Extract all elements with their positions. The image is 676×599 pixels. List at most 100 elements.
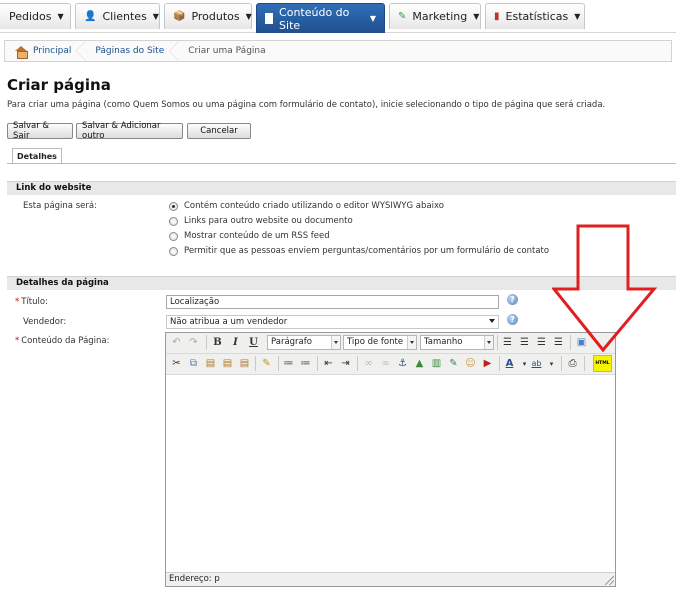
required-asterisk: *: [15, 297, 20, 307]
chevron-down-icon: ▼: [245, 12, 252, 21]
radio-label: Permitir que as pessoas enviem perguntas…: [184, 246, 550, 256]
tab-produtos[interactable]: 📦 Produtos ▼: [164, 3, 252, 29]
chevron-down-icon: ▼: [473, 12, 480, 21]
page-intro: Para criar uma página (como Quem Somos o…: [7, 100, 606, 110]
radio-button[interactable]: [169, 246, 178, 256]
highlight-color-icon[interactable]: ab: [529, 356, 544, 371]
paste-word-icon[interactable]: ▤: [237, 356, 252, 371]
tab-marketing-label: Marketing: [412, 10, 468, 23]
vendor-label: Vendedor:: [23, 317, 67, 327]
products-icon: 📦: [173, 11, 186, 22]
bullet-list-icon[interactable]: ≔: [281, 356, 296, 371]
breadcrumb-criar-label: Criar uma Página: [188, 46, 266, 56]
tab-pedidos[interactable]: Pedidos ▼: [0, 3, 71, 29]
toolbar-separator: [561, 356, 562, 371]
editor-status-bar: Endereço: p: [166, 572, 615, 586]
toolbar-separator: [206, 335, 207, 350]
align-center-icon[interactable]: ☰: [517, 335, 532, 350]
editor-toolbar-row-2: ✂ ⧉ ▤ ▤ ▤ ✎ ≔ ≔ ⇤ ⇥ ∞ ∞ ⚓ ▲ ▥ ✎ ☺ ▶ A ▾ …: [166, 354, 615, 375]
help-icon[interactable]: ?: [507, 294, 518, 305]
underline-button[interactable]: U: [246, 335, 261, 350]
radio-option-rss[interactable]: Mostrar conteúdo de um RSS feed: [169, 230, 330, 242]
format-select-value: Parágrafo: [271, 337, 312, 347]
copy-icon[interactable]: ⧉: [186, 356, 201, 371]
undo-icon[interactable]: ↶: [169, 335, 184, 350]
cancel-button[interactable]: Cancelar: [187, 123, 251, 139]
emoticon-icon[interactable]: ☺: [463, 356, 478, 371]
cleanup-icon[interactable]: ✎: [259, 356, 274, 371]
content-label-text: Conteúdo da Página:: [21, 336, 110, 346]
paste-icon[interactable]: ▤: [203, 356, 218, 371]
save-exit-button[interactable]: Salvar & Sair: [7, 121, 73, 141]
title-label-text: Título:: [21, 297, 48, 307]
table-icon[interactable]: ▥: [429, 356, 444, 371]
tab-conteudo-do-site[interactable]: Conteúdo do Site ▼: [256, 3, 385, 33]
tab-estatisticas[interactable]: ▮ Estatísticas ▼: [485, 3, 585, 29]
size-select-value: Tamanho: [424, 337, 463, 347]
redo-icon[interactable]: ↷: [186, 335, 201, 350]
chevron-down-icon: [407, 336, 416, 349]
vendor-select[interactable]: Não atribua a um vendedor: [166, 315, 499, 329]
radio-button[interactable]: [169, 201, 178, 211]
wysiwyg-editor[interactable]: ↶ ↷ B I U Parágrafo Tipo de fonte Tamanh…: [165, 332, 616, 587]
numbered-list-icon[interactable]: ≔: [298, 356, 313, 371]
tab-pedidos-label: Pedidos: [9, 10, 52, 23]
tab-conteudo-label: Conteúdo do Site: [279, 5, 350, 32]
italic-button[interactable]: I: [228, 335, 243, 350]
chevron-down-icon: ▼: [152, 12, 159, 21]
link-section-header: Link do website: [7, 181, 676, 195]
chevron-down-icon: ▼: [574, 12, 581, 21]
align-right-icon[interactable]: ☰: [534, 335, 549, 350]
indent-icon[interactable]: ⇥: [338, 356, 353, 371]
unlink-icon[interactable]: ∞: [378, 356, 393, 371]
breadcrumb-principal[interactable]: Principal: [5, 41, 87, 61]
tab-marketing[interactable]: ✎ Marketing ▼: [389, 3, 481, 29]
print-icon[interactable]: ⎙: [565, 356, 580, 371]
radio-option-contact-form[interactable]: Permitir que as pessoas enviem perguntas…: [169, 245, 549, 257]
required-asterisk: *: [15, 336, 20, 346]
resize-handle-icon[interactable]: [605, 576, 614, 585]
paste-text-icon[interactable]: ▤: [220, 356, 235, 371]
tab-estatisticas-label: Estatísticas: [505, 10, 569, 23]
align-left-icon[interactable]: ☰: [500, 335, 515, 350]
radio-button[interactable]: [169, 216, 178, 226]
format-select[interactable]: Parágrafo: [267, 335, 341, 350]
chevron-down-icon: [489, 319, 495, 323]
editor-status-path: Endereço: p: [169, 574, 220, 584]
tab-clientes[interactable]: 👤 Clientes ▼: [75, 3, 160, 29]
radio-label: Contém conteúdo criado utilizando o edit…: [184, 201, 444, 211]
image-icon[interactable]: ▲: [412, 356, 427, 371]
content-label: * Conteúdo da Página:: [15, 336, 110, 346]
radio-option-links[interactable]: Links para outro website ou documento: [169, 215, 353, 227]
title-label: * Título:: [15, 297, 48, 307]
title-input[interactable]: Localização: [166, 295, 499, 309]
help-icon[interactable]: ?: [507, 314, 518, 325]
radio-button[interactable]: [169, 231, 178, 241]
outdent-icon[interactable]: ⇤: [321, 356, 336, 371]
breadcrumb-criar-pagina: Criar uma Página: [178, 41, 279, 61]
font-select-value: Tipo de fonte: [347, 337, 404, 347]
youtube-icon[interactable]: ▶: [480, 356, 495, 371]
anchor-icon[interactable]: ⚓: [395, 356, 410, 371]
link-icon[interactable]: ∞: [361, 356, 376, 371]
size-select[interactable]: Tamanho: [420, 335, 494, 350]
toolbar-separator: [357, 356, 358, 371]
editor-toolbar-row-1: ↶ ↷ B I U Parágrafo Tipo de fonte Tamanh…: [166, 333, 615, 354]
chevron-down-icon[interactable]: ▾: [544, 356, 559, 371]
cut-icon[interactable]: ✂: [169, 356, 184, 371]
toolbar-separator: [584, 356, 585, 371]
bold-button[interactable]: B: [210, 335, 225, 350]
breadcrumb-principal-label: Principal: [33, 46, 72, 56]
breadcrumb: Principal Páginas do Site Criar uma Pági…: [4, 40, 672, 62]
radio-option-wysiwyg[interactable]: Contém conteúdo criado utilizando o edit…: [169, 200, 444, 212]
customers-icon: 👤: [84, 11, 97, 22]
tab-detalhes[interactable]: Detalhes: [12, 148, 62, 164]
font-select[interactable]: Tipo de fonte: [343, 335, 417, 350]
save-add-button[interactable]: Salvar & Adicionar outro: [76, 121, 183, 141]
breadcrumb-paginas-do-site[interactable]: Páginas do Site: [85, 41, 180, 61]
edit-icon[interactable]: ✎: [446, 356, 461, 371]
page-type-label: Esta página será:: [23, 201, 97, 211]
down-arrow-annotation: [552, 224, 658, 353]
text-color-icon[interactable]: A: [502, 356, 517, 371]
html-source-button[interactable]: HTML: [593, 355, 612, 372]
